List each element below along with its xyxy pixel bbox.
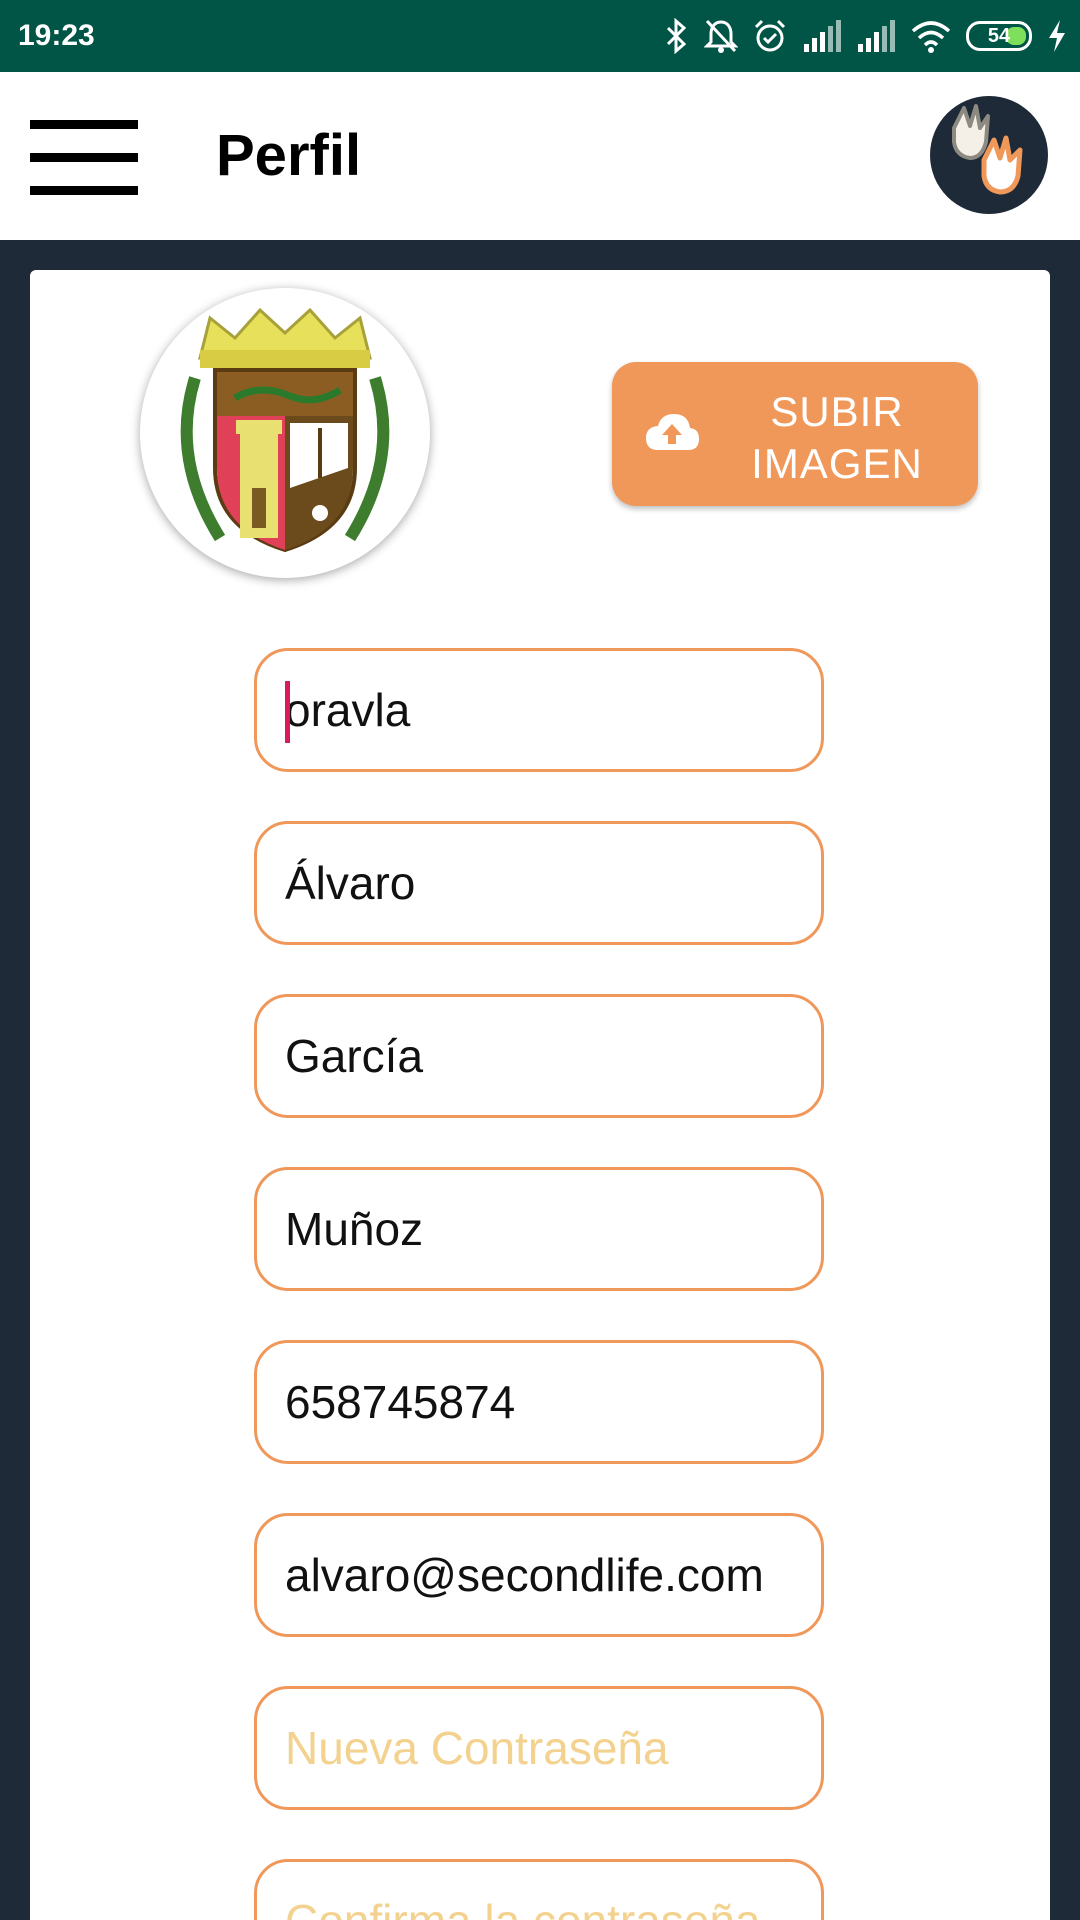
confirm-password-placeholder: Confirma la contraseña (285, 1862, 805, 1920)
app-toolbar: Perfil (0, 72, 1080, 240)
first-name-value: Álvaro (285, 857, 416, 909)
crest-image (180, 307, 390, 553)
first-name-input[interactable]: Álvaro (254, 821, 824, 945)
text-cursor (285, 681, 290, 743)
battery-icon: 54 (966, 21, 1032, 51)
bluetooth-icon (666, 18, 687, 54)
profile-card: SUBIR IMAGEN oravla Álvaro García Muñoz … (30, 270, 1050, 1920)
status-time: 19:23 (18, 19, 95, 52)
profile-avatar[interactable] (140, 288, 430, 578)
charging-icon (1049, 20, 1065, 52)
battery-level: 54 (987, 24, 1011, 47)
upload-image-label: SUBIR IMAGEN (751, 388, 923, 487)
status-bar: 19:23 54 (0, 0, 1080, 72)
email-value: alvaro@secondlife.com (285, 1549, 764, 1601)
first-surname-value: García (285, 1030, 424, 1082)
wifi-icon (911, 21, 951, 53)
second-surname-input[interactable]: Muñoz (254, 1167, 824, 1291)
username-input[interactable]: oravla (254, 648, 824, 772)
signal-icon (804, 20, 841, 52)
status-icons: 54 (664, 0, 1068, 72)
username-value: oravla (285, 684, 411, 736)
hamburger-menu-icon[interactable] (30, 120, 140, 195)
first-surname-input[interactable]: García (254, 994, 824, 1118)
page-title: Perfil (216, 123, 362, 188)
upload-image-button[interactable]: SUBIR IMAGEN (612, 362, 978, 506)
new-password-input[interactable]: Nueva Contraseña (254, 1686, 824, 1810)
hands-logo (930, 96, 1048, 214)
second-surname-value: Muñoz (285, 1203, 424, 1255)
notifications-off-icon (704, 19, 738, 53)
alarm-icon (754, 19, 786, 52)
confirm-password-input[interactable]: Confirma la contraseña (254, 1859, 824, 1920)
new-password-placeholder: Nueva Contraseña (285, 1722, 669, 1774)
phone-input[interactable]: 658745874 (254, 1340, 824, 1464)
phone-value: 658745874 (285, 1376, 516, 1428)
signal-icon (858, 20, 895, 52)
email-input[interactable]: alvaro@secondlife.com (254, 1513, 824, 1637)
cloud-upload-icon (646, 414, 699, 450)
